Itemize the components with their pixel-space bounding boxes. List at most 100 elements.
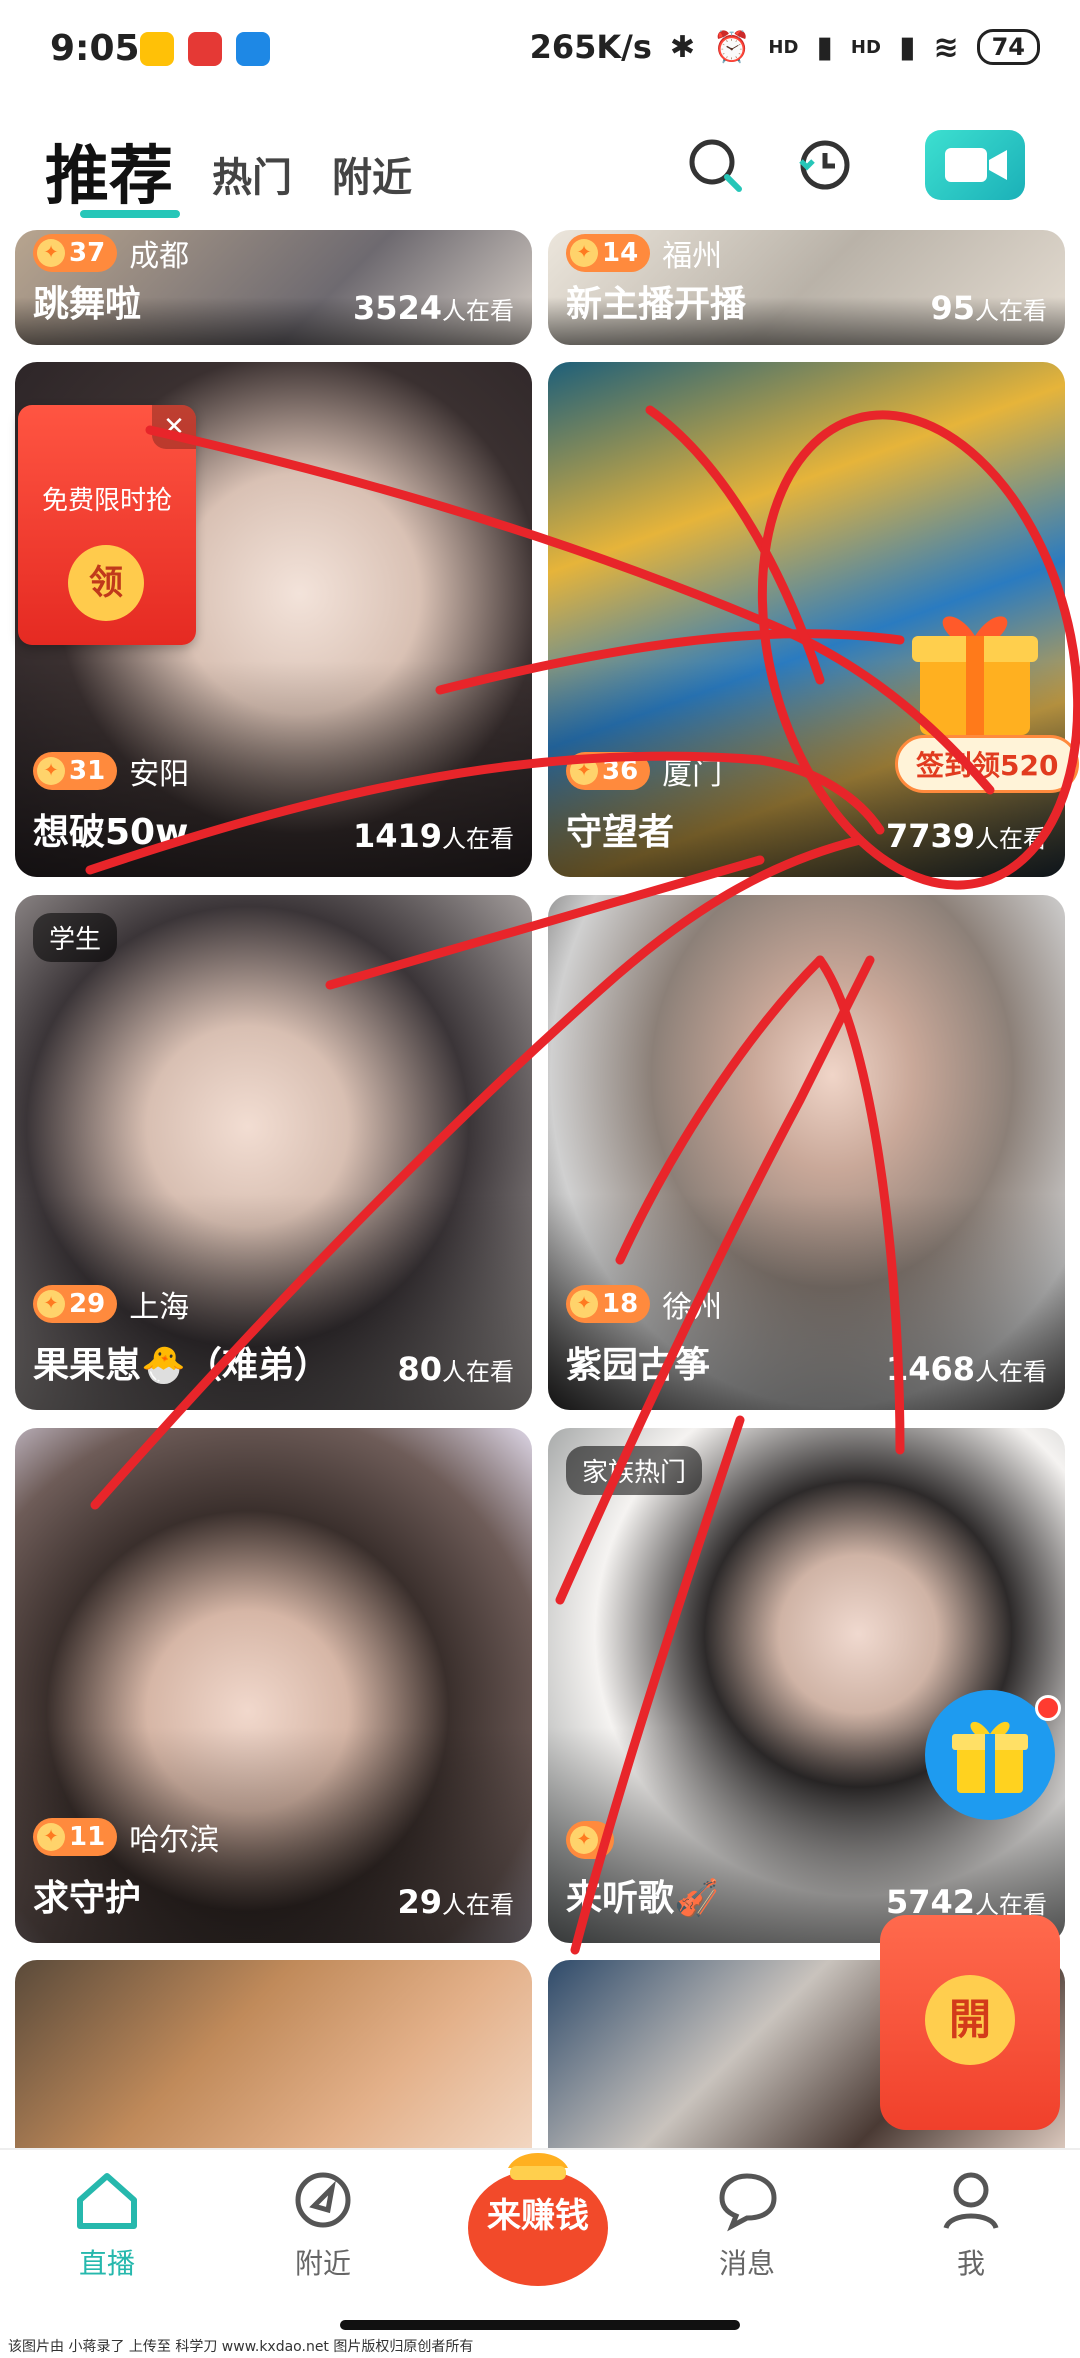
stream-title: 来听歌🎻	[566, 1878, 719, 1919]
stream-title: 求守护	[33, 1878, 142, 1919]
stream-card[interactable]	[15, 1960, 532, 2148]
stream-city: 厦门	[662, 757, 723, 792]
stream-card[interactable]: 家族热门 ✦ 来听歌🎻 5742人在看	[548, 1428, 1065, 1943]
stream-meta: ✦	[566, 1821, 626, 1859]
viewer-suffix: 人在看	[442, 825, 514, 853]
nav-messages[interactable]: 消息	[672, 2168, 822, 2282]
status-bar: 9:05 265K/s ✱ ⏰ HD ▮ HD ▮ ≋ 74	[0, 0, 1080, 100]
compass-icon	[295, 2172, 351, 2228]
signin-reward-badge[interactable]: 签到领520	[895, 735, 1080, 793]
notification-app-icon	[188, 32, 222, 66]
active-tab-indicator	[80, 210, 180, 218]
stream-card[interactable]: ✦ 11 哈尔滨 求守护 29人在看	[15, 1428, 532, 1943]
bluetooth-icon: ✱	[669, 29, 696, 65]
notification-dot	[1035, 1695, 1061, 1721]
nav-me[interactable]: 我	[896, 2168, 1046, 2282]
open-redpack-button[interactable]: 開	[880, 1915, 1060, 2130]
stream-tag: 家族热门	[566, 1446, 703, 1495]
status-right: 265K/s ✱ ⏰ HD ▮ HD ▮ ≋ 74	[530, 28, 1040, 66]
nav-label: 直播	[78, 2247, 135, 2280]
level-badge: ✦ 36	[566, 752, 651, 790]
level-icon: ✦	[570, 1290, 598, 1318]
level-icon: ✦	[570, 239, 598, 267]
tab-recommend[interactable]: 推荐	[45, 125, 173, 217]
search-button[interactable]	[685, 135, 745, 195]
nav-nearby[interactable]: 附近	[248, 2168, 398, 2282]
earn-money-label[interactable]: 来赚钱	[458, 2188, 618, 2237]
viewer-suffix: 人在看	[442, 1891, 514, 1919]
video-camera-icon	[945, 148, 1007, 182]
level-badge: ✦ 37	[33, 234, 118, 272]
stream-title: 想破50w	[33, 812, 189, 853]
start-live-button[interactable]	[925, 130, 1025, 200]
close-icon[interactable]: ✕	[152, 405, 196, 449]
chat-bubble-icon	[719, 2173, 777, 2232]
alarm-icon: ⏰	[713, 29, 751, 65]
viewer-count: 7739人在看	[886, 817, 1047, 855]
stream-card[interactable]: 学生 ✦ 29 上海 果果崽🐣（难弟） 80人在看	[15, 895, 532, 1410]
viewer-suffix: 人在看	[975, 297, 1047, 325]
viewer-number: 7739	[885, 817, 975, 855]
stream-tag: 学生	[33, 913, 118, 962]
stream-city: 福州	[662, 239, 723, 274]
stream-city: 成都	[129, 239, 190, 274]
stream-city: 上海	[129, 1290, 190, 1325]
home-icon	[77, 2173, 137, 2229]
notification-app-icon	[140, 32, 174, 66]
stream-meta: ✦ 18 徐州	[566, 1282, 722, 1326]
stream-meta: ✦ 36 厦门	[566, 749, 722, 793]
viewer-number: 1468	[885, 1350, 975, 1388]
viewer-count: 1419人在看	[353, 817, 514, 855]
claim-coin-button[interactable]: 领	[68, 545, 144, 621]
stream-meta: ✦ 31 安阳	[33, 749, 189, 793]
level-icon: ✦	[37, 1823, 65, 1851]
viewer-count: 95人在看	[930, 289, 1047, 327]
viewer-count: 3524人在看	[353, 289, 514, 327]
open-redpack-label: 開	[925, 1975, 1015, 2065]
stream-card[interactable]: ✦ 37 成都 跳舞啦 3524人在看	[15, 230, 532, 345]
level-icon: ✦	[37, 757, 65, 785]
viewer-number: 95	[930, 289, 975, 327]
level-value: 37	[69, 238, 106, 268]
stream-city: 安阳	[129, 757, 190, 792]
stream-title: 守望者	[566, 812, 675, 853]
stream-card[interactable]: ✦ 18 徐州 紫园古筝 1468人在看	[548, 895, 1065, 1410]
stream-title: 跳舞啦	[33, 284, 142, 325]
tab-hot[interactable]: 热门	[212, 145, 292, 203]
stream-meta: ✦ 14 福州	[566, 231, 722, 275]
history-button[interactable]	[795, 135, 855, 195]
stream-meta: ✦ 29 上海	[33, 1282, 189, 1326]
tab-nearby[interactable]: 附近	[332, 145, 412, 203]
level-value: 11	[69, 1822, 106, 1852]
nav-live[interactable]: 直播	[32, 2168, 182, 2282]
level-badge: ✦	[566, 1821, 614, 1859]
stream-cover-image	[15, 1960, 532, 2148]
viewer-suffix: 人在看	[442, 1358, 514, 1386]
stream-title: 紫园古筝	[566, 1345, 711, 1386]
nav-label: 我	[956, 2247, 985, 2280]
level-badge: ✦ 31	[33, 752, 118, 790]
signal-icon: ▮	[816, 29, 833, 65]
notification-app-icon	[236, 32, 270, 66]
home-indicator[interactable]	[340, 2320, 740, 2330]
free-grab-redpack[interactable]: ✕ 免费限时抢 领	[18, 405, 196, 645]
status-notification-icons	[140, 32, 270, 66]
stream-card[interactable]: ✦ 14 福州 新主播开播 95人在看	[548, 230, 1065, 345]
level-value: 29	[69, 1289, 106, 1319]
gift-box-icon	[912, 616, 1038, 735]
signal-hd-label: HD	[768, 36, 799, 58]
level-icon: ✦	[37, 239, 65, 267]
wifi-icon: ≋	[933, 29, 959, 65]
nav-label: 附近	[294, 2247, 351, 2280]
viewer-number: 3524	[352, 289, 442, 327]
battery-indicator: 74	[976, 29, 1040, 65]
level-icon: ✦	[37, 1290, 65, 1318]
viewer-count: 1468人在看	[886, 1350, 1047, 1388]
level-icon: ✦	[570, 757, 598, 785]
viewer-number: 29	[397, 1883, 442, 1921]
stream-title: 果果崽🐣（难弟）	[33, 1345, 330, 1386]
level-badge: ✦ 18	[566, 1285, 651, 1323]
level-value: 14	[602, 238, 639, 268]
level-value: 36	[602, 756, 639, 786]
viewer-number: 1419	[352, 817, 442, 855]
